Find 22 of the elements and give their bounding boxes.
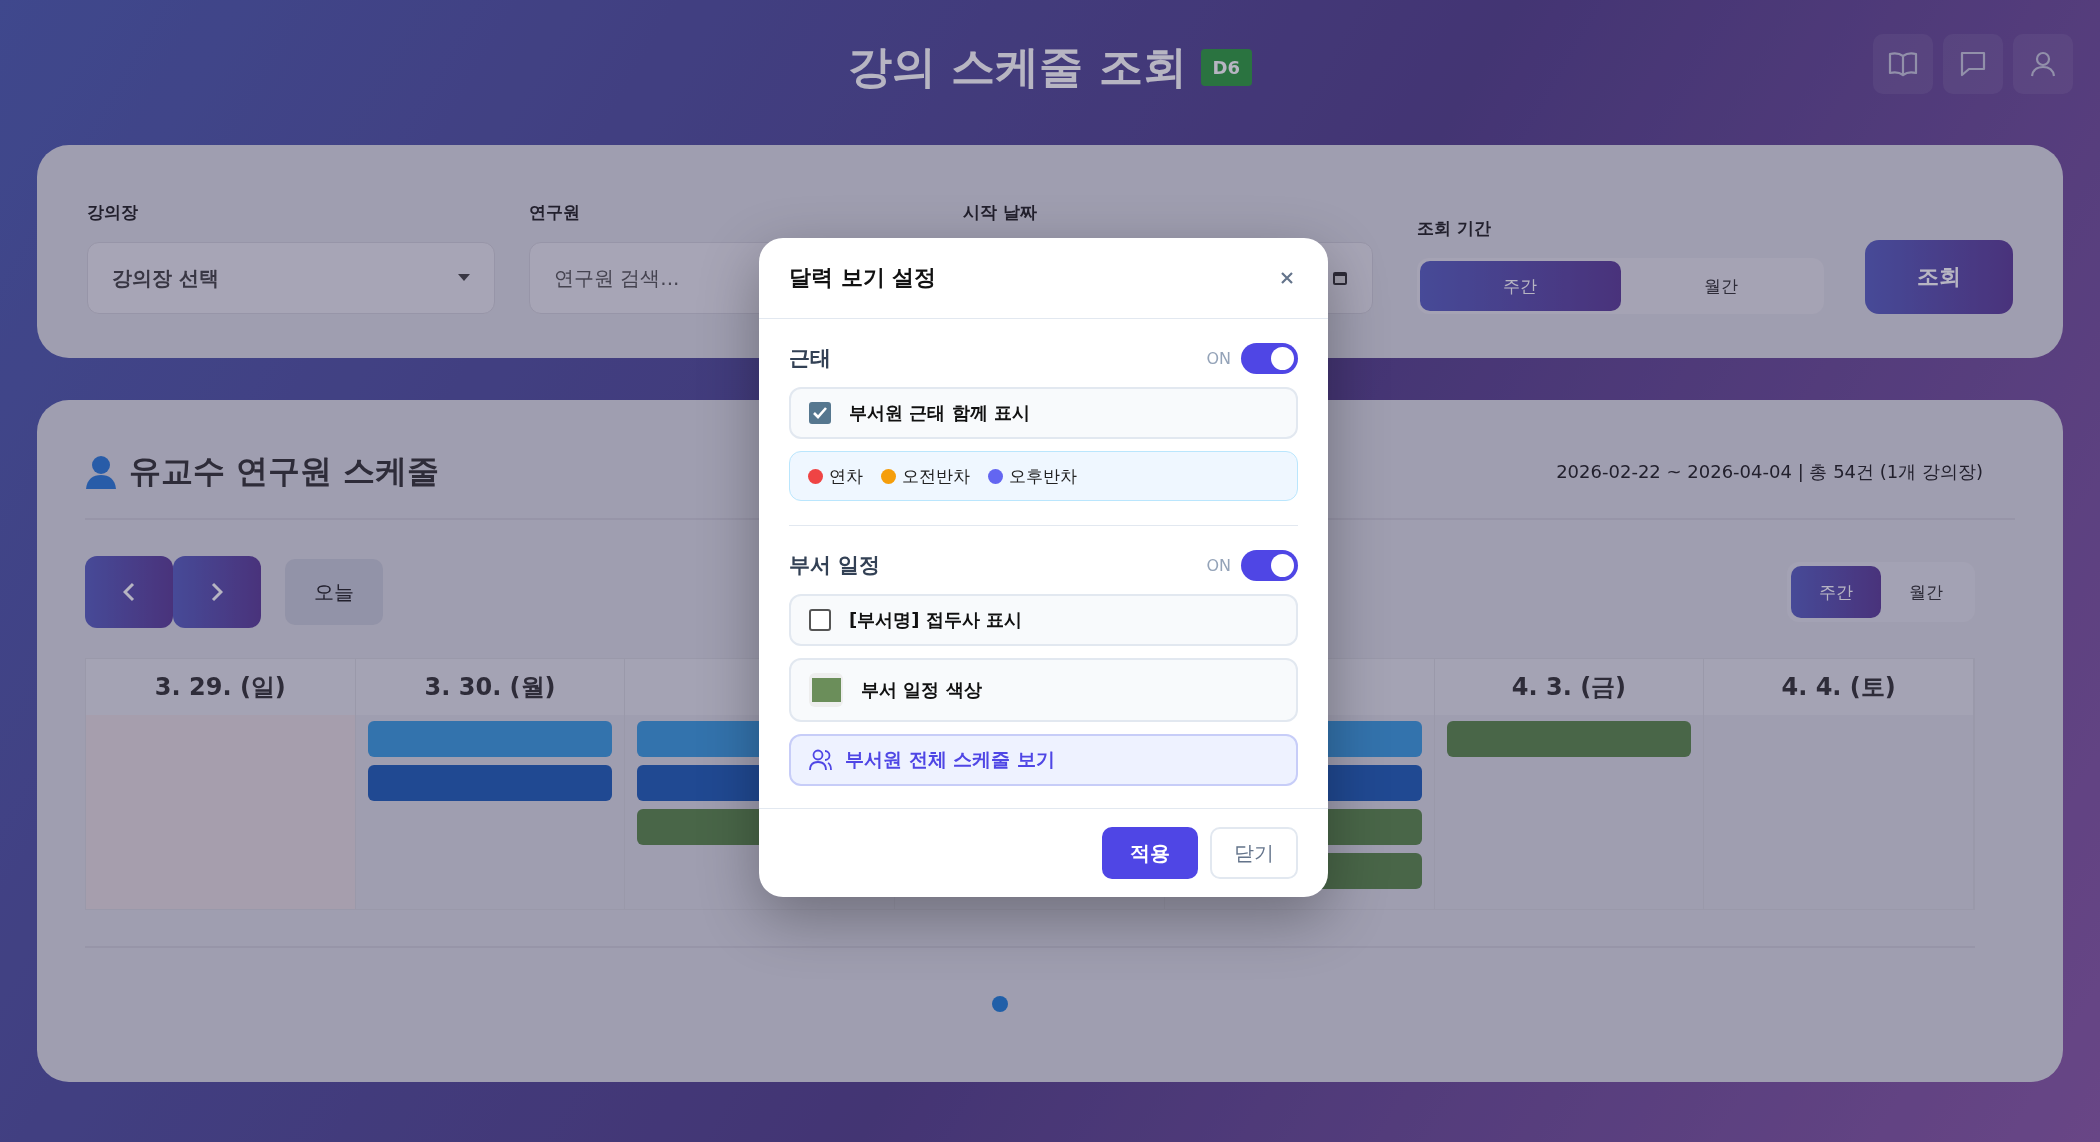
version-badge: D6 (1200, 49, 1253, 86)
legend-label: 오전반차 (902, 464, 970, 488)
field-label: 조회 기간 (1417, 217, 1492, 240)
page-title: 강의 스케줄 조회 (847, 40, 1187, 94)
option-label: 부서원 근태 함께 표시 (849, 401, 1030, 425)
day-header: 4. 4. (토) (1704, 659, 1973, 715)
schedule-summary: 2026-02-22 ~ 2026-04-04 | 총 54건 (1개 강의장) (1556, 460, 1983, 484)
schedule-title: 유교수 연구원 스케줄 (129, 451, 440, 492)
option-label: [부서명] 접두사 표시 (849, 608, 1022, 632)
field-label: 강의장 (87, 201, 139, 224)
section-title: 부서 일정 (789, 552, 881, 579)
legend-label: 오후반차 (1009, 464, 1077, 488)
toggle-label: ON (1206, 348, 1231, 368)
legend-label: 연차 (829, 464, 863, 488)
field-label: 연구원 (529, 201, 581, 224)
day-header: 4. 3. (금) (1434, 659, 1704, 715)
field-label: 시작 날짜 (963, 201, 1038, 224)
section-title: 근태 (789, 345, 831, 372)
day-header: 3. 30. (월) (355, 659, 625, 715)
toggle-label: ON (1206, 555, 1231, 575)
day-header: 3. 29. (일) (86, 659, 355, 715)
option-label: 부서 일정 색상 (861, 678, 982, 702)
